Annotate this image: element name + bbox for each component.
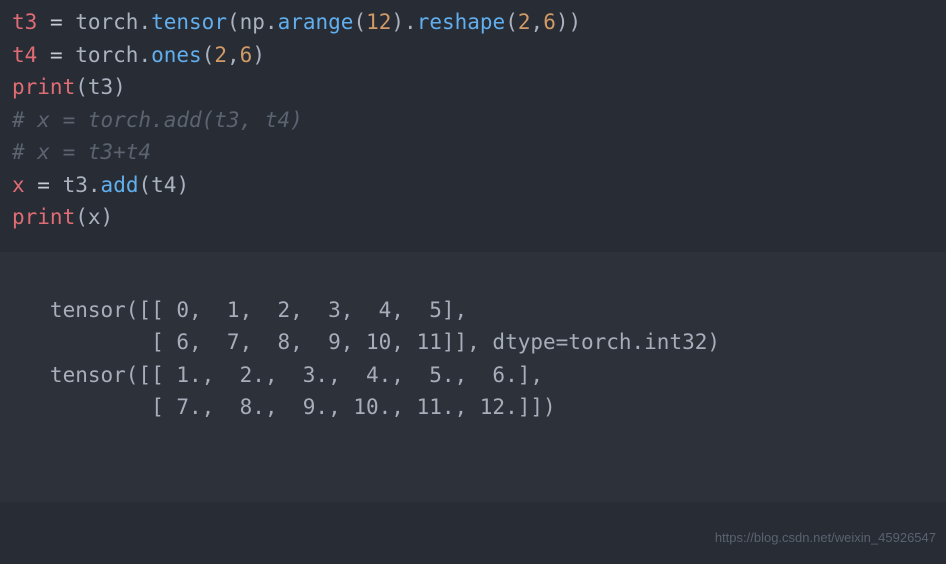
code-block: t3 = torch.tensor(np.arange(12).reshape(… (0, 0, 946, 252)
code-line-4-comment: # x = torch.add(t3, t4) (12, 104, 934, 137)
var-x: x (12, 173, 25, 197)
output-line-4: [ 7., 8., 9., 10., 11., 12.]]) (12, 391, 934, 424)
output-block: tensor([[ 0, 1, 2, 3, 4, 5], [ 6, 7, 8, … (0, 252, 946, 502)
code-line-2: t4 = torch.ones(2,6) (12, 39, 934, 72)
print-call: print (12, 75, 75, 99)
code-line-3: print(t3) (12, 71, 934, 104)
watermark-text: https://blog.csdn.net/weixin_45926547 (715, 528, 936, 548)
output-line-3: tensor([[ 1., 2., 3., 4., 5., 6.], (12, 359, 934, 392)
code-line-1: t3 = torch.tensor(np.arange(12).reshape(… (12, 6, 934, 39)
var-t4: t4 (12, 43, 37, 67)
code-line-5-comment: # x = t3+t4 (12, 136, 934, 169)
output-line-2: [ 6, 7, 8, 9, 10, 11]], dtype=torch.int3… (12, 326, 934, 359)
code-line-6: x = t3.add(t4) (12, 169, 934, 202)
output-line-1: tensor([[ 0, 1, 2, 3, 4, 5], (12, 294, 934, 327)
print-call: print (12, 205, 75, 229)
code-line-7: print(x) (12, 201, 934, 234)
var-t3: t3 (12, 10, 37, 34)
